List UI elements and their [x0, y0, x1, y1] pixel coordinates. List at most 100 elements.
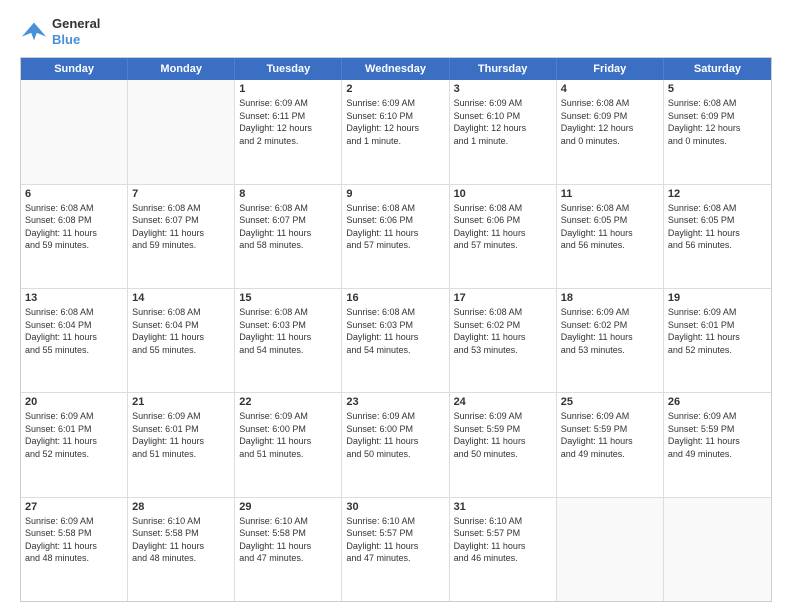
day-info: Sunrise: 6:08 AM Sunset: 6:06 PM Dayligh…	[454, 202, 552, 252]
day-info: Sunrise: 6:09 AM Sunset: 6:01 PM Dayligh…	[25, 410, 123, 460]
calendar-cell: 3 Sunrise: 6:09 AM Sunset: 6:10 PM Daylig…	[450, 80, 557, 183]
day-number: 25	[561, 396, 659, 408]
day-number: 10	[454, 188, 552, 200]
day-number: 8	[239, 188, 337, 200]
calendar-cell: 9 Sunrise: 6:08 AM Sunset: 6:06 PM Daylig…	[342, 185, 449, 288]
day-number: 1	[239, 83, 337, 95]
day-header-monday: Monday	[128, 58, 235, 80]
day-number: 28	[132, 501, 230, 513]
day-info: Sunrise: 6:09 AM Sunset: 6:01 PM Dayligh…	[132, 410, 230, 460]
page: General Blue SundayMondayTuesdayWednesda…	[0, 0, 792, 612]
day-info: Sunrise: 6:10 AM Sunset: 5:57 PM Dayligh…	[454, 515, 552, 565]
calendar-cell	[21, 80, 128, 183]
day-info: Sunrise: 6:08 AM Sunset: 6:03 PM Dayligh…	[239, 306, 337, 356]
calendar-cell: 2Sunrise: 6:09 AM Sunset: 6:10 PM Daylig…	[342, 80, 449, 183]
day-number: 20	[25, 396, 123, 408]
calendar-cell	[557, 498, 664, 601]
day-number: 18	[561, 292, 659, 304]
day-info: Sunrise: 6:08 AM Sunset: 6:05 PM Dayligh…	[668, 202, 767, 252]
day-number: 12	[668, 188, 767, 200]
day-number: 17	[454, 292, 552, 304]
calendar-cell: 8 Sunrise: 6:08 AM Sunset: 6:07 PM Daylig…	[235, 185, 342, 288]
day-info: Sunrise: 6:08 AM Sunset: 6:03 PM Dayligh…	[346, 306, 444, 356]
day-number: 3	[454, 83, 552, 95]
calendar-cell: 20 Sunrise: 6:09 AM Sunset: 6:01 PM Dayli…	[21, 393, 128, 496]
day-number: 19	[668, 292, 767, 304]
calendar-cell: 27Sunrise: 6:09 AM Sunset: 5:58 PM Dayli…	[21, 498, 128, 601]
day-number: 11	[561, 188, 659, 200]
day-number: 23	[346, 396, 444, 408]
day-number: 2	[346, 83, 444, 95]
calendar-cell: 14 Sunrise: 6:08 AM Sunset: 6:04 PM Dayli…	[128, 289, 235, 392]
day-info: Sunrise: 6:09 AM Sunset: 6:01 PM Dayligh…	[668, 306, 767, 356]
day-header-friday: Friday	[557, 58, 664, 80]
day-info: Sunrise: 6:08 AM Sunset: 6:07 PM Dayligh…	[132, 202, 230, 252]
calendar-week-4: 20 Sunrise: 6:09 AM Sunset: 6:01 PM Dayli…	[21, 393, 771, 497]
day-info: Sunrise: 6:09 AM Sunset: 5:59 PM Dayligh…	[668, 410, 767, 460]
day-info: Sunrise: 6:08 AM Sunset: 6:05 PM Dayligh…	[561, 202, 659, 252]
calendar-cell: 4Sunrise: 6:08 AM Sunset: 6:09 PM Daylig…	[557, 80, 664, 183]
calendar-cell: 30 Sunrise: 6:10 AM Sunset: 5:57 PM Dayli…	[342, 498, 449, 601]
day-info: Sunrise: 6:09 AM Sunset: 6:10 PM Dayligh…	[454, 97, 552, 147]
logo: General Blue	[20, 16, 100, 47]
day-header-tuesday: Tuesday	[235, 58, 342, 80]
day-number: 30	[346, 501, 444, 513]
day-info: Sunrise: 6:10 AM Sunset: 5:57 PM Dayligh…	[346, 515, 444, 565]
day-number: 22	[239, 396, 337, 408]
calendar: SundayMondayTuesdayWednesdayThursdayFrid…	[20, 57, 772, 602]
day-header-thursday: Thursday	[450, 58, 557, 80]
day-number: 7	[132, 188, 230, 200]
day-info: Sunrise: 6:09 AM Sunset: 5:59 PM Dayligh…	[454, 410, 552, 460]
day-info: Sunrise: 6:08 AM Sunset: 6:04 PM Dayligh…	[25, 306, 123, 356]
calendar-cell: 11 Sunrise: 6:08 AM Sunset: 6:05 PM Dayli…	[557, 185, 664, 288]
day-number: 15	[239, 292, 337, 304]
day-info: Sunrise: 6:10 AM Sunset: 5:58 PM Dayligh…	[132, 515, 230, 565]
day-header-wednesday: Wednesday	[342, 58, 449, 80]
calendar-cell: 1 Sunrise: 6:09 AM Sunset: 6:11 PM Daylig…	[235, 80, 342, 183]
calendar-cell: 13 Sunrise: 6:08 AM Sunset: 6:04 PM Dayli…	[21, 289, 128, 392]
day-info: Sunrise: 6:10 AM Sunset: 5:58 PM Dayligh…	[239, 515, 337, 565]
day-info: Sunrise: 6:09 AM Sunset: 6:00 PM Dayligh…	[239, 410, 337, 460]
calendar-cell: 6Sunrise: 6:08 AM Sunset: 6:08 PM Daylig…	[21, 185, 128, 288]
day-number: 24	[454, 396, 552, 408]
calendar-cell: 23 Sunrise: 6:09 AM Sunset: 6:00 PM Dayli…	[342, 393, 449, 496]
calendar-cell: 26 Sunrise: 6:09 AM Sunset: 5:59 PM Dayli…	[664, 393, 771, 496]
day-number: 29	[239, 501, 337, 513]
day-info: Sunrise: 6:08 AM Sunset: 6:04 PM Dayligh…	[132, 306, 230, 356]
calendar-week-2: 6Sunrise: 6:08 AM Sunset: 6:08 PM Daylig…	[21, 185, 771, 289]
day-info: Sunrise: 6:08 AM Sunset: 6:08 PM Dayligh…	[25, 202, 123, 252]
calendar-cell: 19 Sunrise: 6:09 AM Sunset: 6:01 PM Dayli…	[664, 289, 771, 392]
calendar-cell: 31 Sunrise: 6:10 AM Sunset: 5:57 PM Dayli…	[450, 498, 557, 601]
calendar-cell: 22 Sunrise: 6:09 AM Sunset: 6:00 PM Dayli…	[235, 393, 342, 496]
day-header-sunday: Sunday	[21, 58, 128, 80]
calendar-cell: 21 Sunrise: 6:09 AM Sunset: 6:01 PM Dayli…	[128, 393, 235, 496]
header: General Blue	[20, 16, 772, 47]
day-info: Sunrise: 6:09 AM Sunset: 6:11 PM Dayligh…	[239, 97, 337, 147]
day-number: 26	[668, 396, 767, 408]
calendar-cell: 25Sunrise: 6:09 AM Sunset: 5:59 PM Dayli…	[557, 393, 664, 496]
day-number: 9	[346, 188, 444, 200]
day-number: 13	[25, 292, 123, 304]
calendar-cell: 12 Sunrise: 6:08 AM Sunset: 6:05 PM Dayli…	[664, 185, 771, 288]
calendar-week-1: 1 Sunrise: 6:09 AM Sunset: 6:11 PM Daylig…	[21, 80, 771, 184]
calendar-week-5: 27Sunrise: 6:09 AM Sunset: 5:58 PM Dayli…	[21, 498, 771, 601]
day-number: 5	[668, 83, 767, 95]
day-info: Sunrise: 6:08 AM Sunset: 6:07 PM Dayligh…	[239, 202, 337, 252]
day-header-saturday: Saturday	[664, 58, 771, 80]
calendar-cell: 5 Sunrise: 6:08 AM Sunset: 6:09 PM Daylig…	[664, 80, 771, 183]
day-number: 21	[132, 396, 230, 408]
calendar-cell: 15 Sunrise: 6:08 AM Sunset: 6:03 PM Dayli…	[235, 289, 342, 392]
calendar-header: SundayMondayTuesdayWednesdayThursdayFrid…	[21, 58, 771, 80]
calendar-cell: 29 Sunrise: 6:10 AM Sunset: 5:58 PM Dayli…	[235, 498, 342, 601]
calendar-body: 1 Sunrise: 6:09 AM Sunset: 6:11 PM Daylig…	[21, 80, 771, 601]
day-number: 31	[454, 501, 552, 513]
calendar-cell: 18Sunrise: 6:09 AM Sunset: 6:02 PM Dayli…	[557, 289, 664, 392]
day-info: Sunrise: 6:09 AM Sunset: 6:00 PM Dayligh…	[346, 410, 444, 460]
logo-icon	[20, 18, 48, 46]
logo-text: General Blue	[52, 16, 100, 47]
calendar-cell: 7 Sunrise: 6:08 AM Sunset: 6:07 PM Daylig…	[128, 185, 235, 288]
day-info: Sunrise: 6:08 AM Sunset: 6:09 PM Dayligh…	[668, 97, 767, 147]
day-info: Sunrise: 6:08 AM Sunset: 6:09 PM Dayligh…	[561, 97, 659, 147]
day-number: 14	[132, 292, 230, 304]
day-info: Sunrise: 6:08 AM Sunset: 6:06 PM Dayligh…	[346, 202, 444, 252]
